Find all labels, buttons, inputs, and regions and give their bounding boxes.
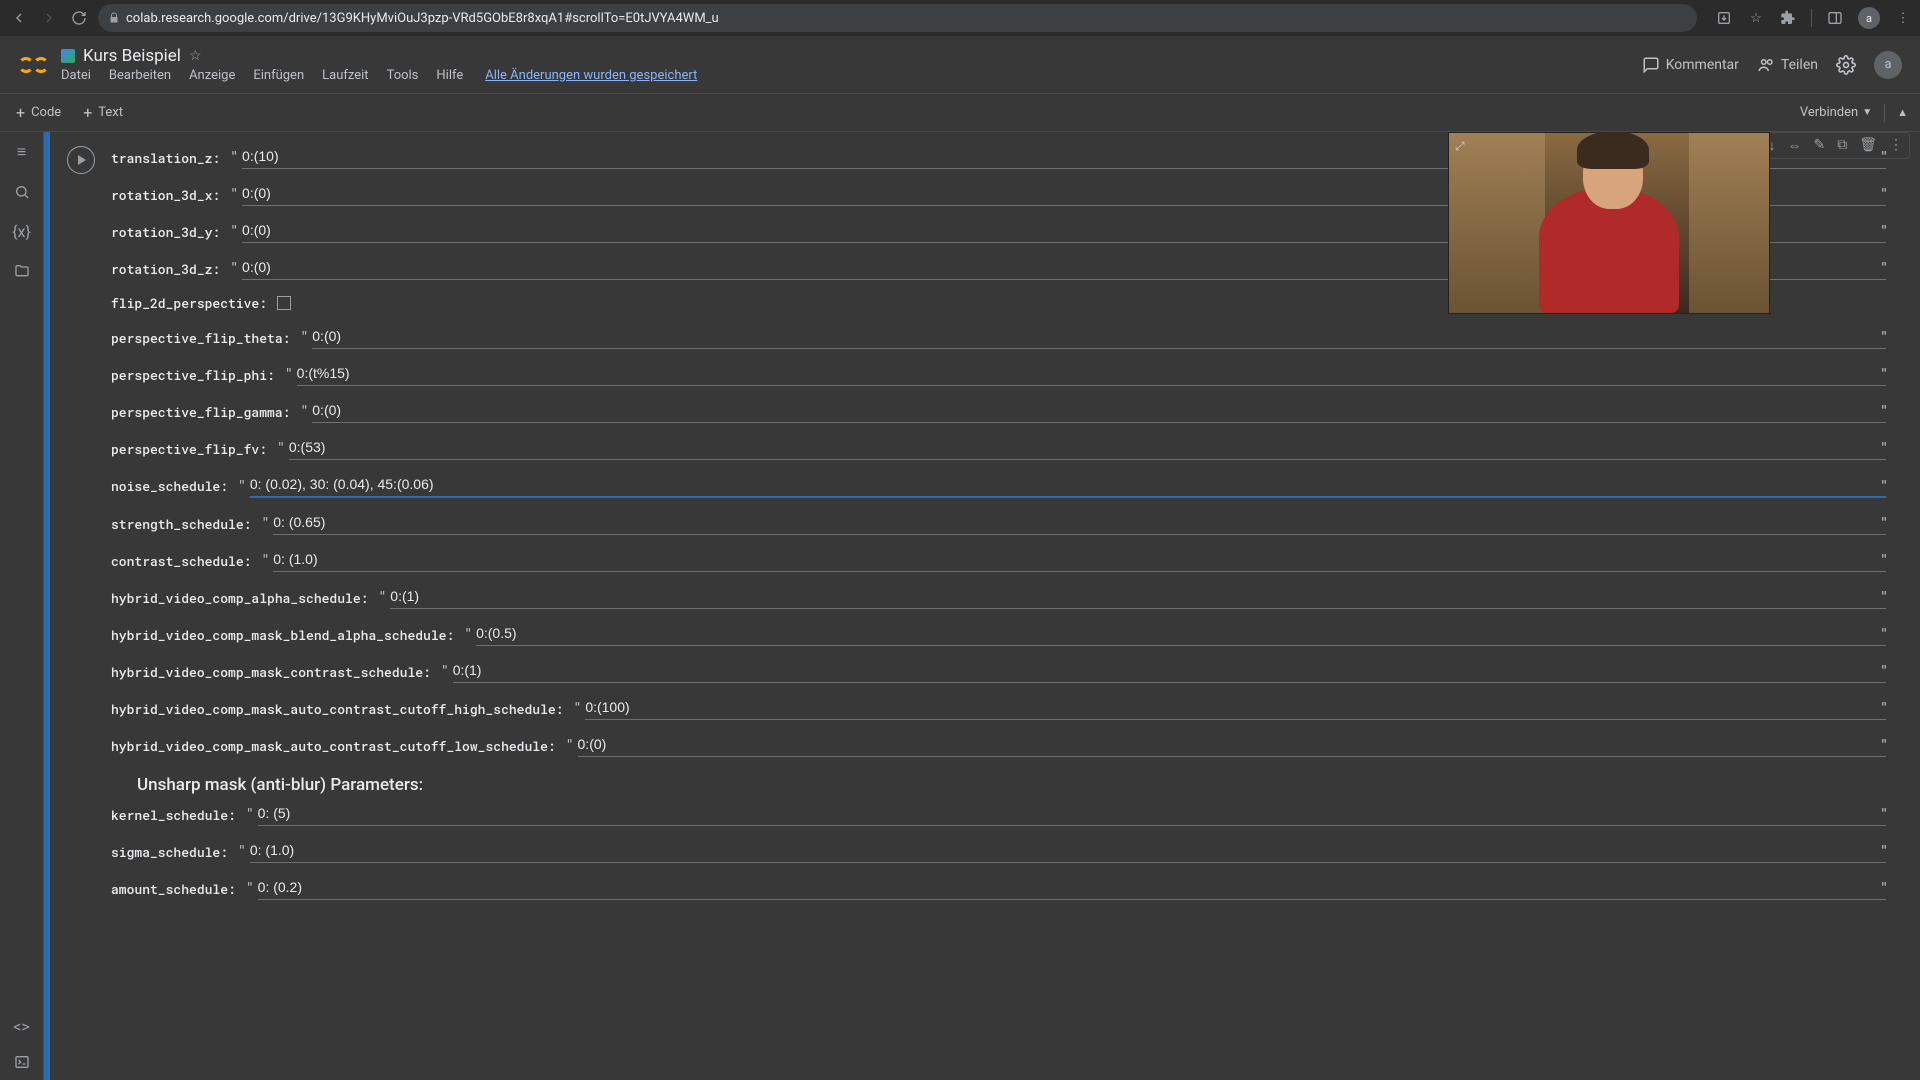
toc-icon[interactable]: ≡ xyxy=(17,142,26,162)
separator-icon xyxy=(1811,9,1812,27)
extensions-icon[interactable] xyxy=(1779,9,1797,27)
bookmark-star-icon[interactable]: ☆ xyxy=(1747,9,1765,27)
left-sidebar: ≡ {x} <> xyxy=(0,132,44,1080)
expand-toolbar-icon[interactable]: ▲ xyxy=(1897,106,1908,119)
colab-header: Kurs Beispiel ☆ Datei Bearbeiten Anzeige… xyxy=(0,36,1920,94)
sidepanel-icon[interactable] xyxy=(1826,9,1844,27)
variables-icon[interactable]: {x} xyxy=(12,222,31,241)
save-status[interactable]: Alle Änderungen wurden gespeichert xyxy=(485,68,697,83)
gear-icon xyxy=(1836,55,1856,75)
play-icon xyxy=(78,155,86,165)
drive-icon xyxy=(61,49,75,63)
input-strength-schedule[interactable] xyxy=(273,512,1886,535)
share-icon xyxy=(1757,56,1775,74)
chrome-actions: ☆ a ⋮ xyxy=(1715,7,1912,29)
add-text-button[interactable]: +Text xyxy=(73,99,133,126)
code-snippets-icon[interactable]: <> xyxy=(13,1017,30,1036)
input-hybrid-alpha-schedule[interactable] xyxy=(390,586,1886,609)
comment-button[interactable]: Kommentar xyxy=(1642,56,1739,74)
field-hybrid-mask-auto-contrast-low-schedule: hybrid_video_comp_mask_auto_contrast_cut… xyxy=(111,734,1886,757)
expand-icon: ⤢ xyxy=(1455,139,1465,154)
field-perspective-flip-gamma: perspective_flip_gamma: " " xyxy=(111,400,1886,423)
notebook-content[interactable]: ↑ ↓ ⇔ ✎ ⧉ 🗑 ⋮ translation_z: " " xyxy=(44,132,1920,1080)
chevron-down-icon: ▼ xyxy=(1862,107,1872,118)
reload-button[interactable] xyxy=(68,7,90,29)
menu-datei[interactable]: Datei xyxy=(61,68,91,83)
field-hybrid-mask-contrast-schedule: hybrid_video_comp_mask_contrast_schedule… xyxy=(111,660,1886,683)
menu-dots-icon[interactable]: ⋮ xyxy=(1894,9,1912,27)
checkbox-flip-2d-perspective[interactable] xyxy=(277,296,291,310)
input-perspective-flip-theta[interactable] xyxy=(312,326,1886,349)
lock-icon xyxy=(108,12,120,24)
input-sigma-schedule[interactable] xyxy=(250,840,1886,863)
input-perspective-flip-fv[interactable] xyxy=(289,437,1886,460)
field-perspective-flip-theta: perspective_flip_theta: " " xyxy=(111,326,1886,349)
input-hybrid-mask-blend-alpha-schedule[interactable] xyxy=(476,623,1886,646)
field-amount-schedule: amount_schedule: " " xyxy=(111,877,1886,900)
menu-einfuegen[interactable]: Einfügen xyxy=(253,68,304,83)
input-kernel-schedule[interactable] xyxy=(258,803,1886,826)
field-contrast-schedule: contrast_schedule: " " xyxy=(111,549,1886,572)
divider xyxy=(1884,104,1885,122)
comment-icon xyxy=(1642,56,1660,74)
star-icon[interactable]: ☆ xyxy=(189,48,202,64)
notebook-title[interactable]: Kurs Beispiel xyxy=(83,46,181,66)
browser-chrome: colab.research.google.com/drive/13G9KHyM… xyxy=(0,0,1920,36)
input-hybrid-mask-auto-contrast-low-schedule[interactable] xyxy=(578,734,1886,757)
field-hybrid-alpha-schedule: hybrid_video_comp_alpha_schedule: " " xyxy=(111,586,1886,609)
more-icon[interactable]: ⋮ xyxy=(1889,137,1903,154)
field-hybrid-mask-auto-contrast-high-schedule: hybrid_video_comp_mask_auto_contrast_cut… xyxy=(111,697,1886,720)
input-amount-schedule[interactable] xyxy=(258,877,1886,900)
add-code-button[interactable]: +Code xyxy=(6,99,71,126)
menu-bearbeiten[interactable]: Bearbeiten xyxy=(109,68,171,83)
url-bar[interactable]: colab.research.google.com/drive/13G9KHyM… xyxy=(98,4,1697,32)
input-hybrid-mask-contrast-schedule[interactable] xyxy=(453,660,1886,683)
field-kernel-schedule: kernel_schedule: " " xyxy=(111,803,1886,826)
install-icon[interactable] xyxy=(1715,9,1733,27)
webcam-overlay: ⤢ xyxy=(1448,132,1770,314)
share-button[interactable]: Teilen xyxy=(1757,56,1818,74)
input-perspective-flip-phi[interactable] xyxy=(297,363,1886,386)
field-hybrid-mask-blend-alpha-schedule: hybrid_video_comp_mask_blend_alpha_sched… xyxy=(111,623,1886,646)
back-button[interactable] xyxy=(8,7,30,29)
input-hybrid-mask-auto-contrast-high-schedule[interactable] xyxy=(585,697,1886,720)
terminal-icon[interactable] xyxy=(14,1054,30,1070)
forward-button[interactable] xyxy=(38,7,60,29)
menu-hilfe[interactable]: Hilfe xyxy=(436,68,463,83)
run-cell-button[interactable] xyxy=(67,146,95,174)
field-perspective-flip-phi: perspective_flip_phi: " " xyxy=(111,363,1886,386)
menu-anzeige[interactable]: Anzeige xyxy=(189,68,235,83)
files-icon[interactable] xyxy=(14,263,30,279)
menu-laufzeit[interactable]: Laufzeit xyxy=(322,68,368,83)
input-contrast-schedule[interactable] xyxy=(273,549,1886,572)
input-noise-schedule[interactable] xyxy=(250,474,1886,498)
input-perspective-flip-gamma[interactable] xyxy=(312,400,1886,423)
profile-avatar[interactable]: a xyxy=(1858,7,1880,29)
search-icon[interactable] xyxy=(14,184,30,200)
menu-bar: Datei Bearbeiten Anzeige Einfügen Laufze… xyxy=(61,68,1630,83)
colab-logo-icon[interactable] xyxy=(18,57,49,73)
field-sigma-schedule: sigma_schedule: " " xyxy=(111,840,1886,863)
field-strength-schedule: strength_schedule: " " xyxy=(111,512,1886,535)
field-noise-schedule: noise_schedule: " " xyxy=(111,474,1886,498)
notebook-toolbar: +Code +Text Verbinden ▼ ▲ xyxy=(0,94,1920,132)
user-avatar[interactable]: a xyxy=(1874,51,1902,79)
field-perspective-flip-fv: perspective_flip_fv: " " xyxy=(111,437,1886,460)
settings-button[interactable] xyxy=(1836,55,1856,75)
section-header-unsharp: Unsharp mask (anti-blur) Parameters: xyxy=(137,775,1884,795)
connect-button[interactable]: Verbinden ▼ xyxy=(1800,105,1872,120)
menu-tools[interactable]: Tools xyxy=(387,68,419,83)
url-text: colab.research.google.com/drive/13G9KHyM… xyxy=(126,11,719,26)
